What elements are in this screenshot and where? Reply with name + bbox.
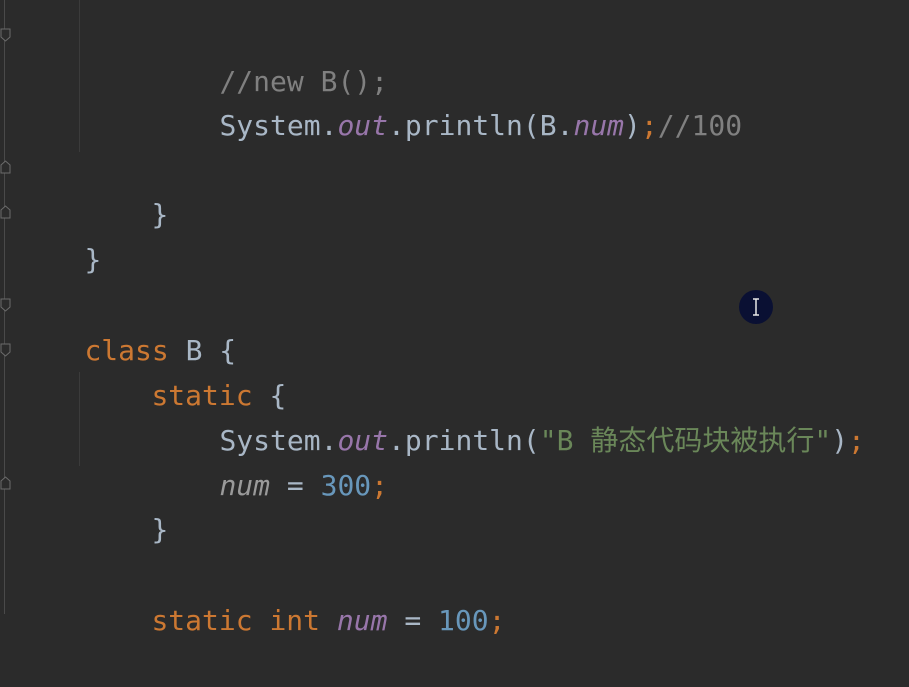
fold-end-icon[interactable] bbox=[0, 476, 11, 490]
code-line: //new B(); bbox=[152, 16, 388, 98]
method-call: .println(B. bbox=[388, 109, 574, 142]
brace: } bbox=[151, 513, 169, 546]
fold-end-icon[interactable] bbox=[0, 205, 11, 219]
semicolon: ; bbox=[640, 109, 658, 142]
code-line: class B { bbox=[17, 285, 236, 367]
paren: ) bbox=[831, 424, 849, 457]
class-ref: System bbox=[219, 109, 321, 142]
method-call: .println( bbox=[388, 424, 540, 457]
keyword: int bbox=[269, 604, 321, 637]
number-literal: 100 bbox=[438, 604, 489, 637]
code-line: num = 300; bbox=[152, 420, 388, 502]
semicolon: ; bbox=[848, 424, 865, 457]
code-line: } bbox=[84, 149, 168, 231]
comment: //100 bbox=[657, 109, 743, 142]
indent-guide bbox=[79, 0, 80, 152]
code-line: static { bbox=[84, 330, 286, 412]
code-line: } bbox=[17, 194, 101, 276]
operator: = bbox=[387, 604, 439, 637]
dot: . bbox=[320, 109, 338, 142]
fold-start-icon[interactable] bbox=[0, 298, 11, 312]
string-literal: "B 静态代码块被执行" bbox=[539, 424, 832, 457]
static-field: num bbox=[573, 109, 625, 142]
static-field: num bbox=[336, 604, 388, 637]
static-field: num bbox=[219, 469, 271, 502]
indent-guide bbox=[79, 372, 80, 466]
fold-start-icon[interactable] bbox=[0, 343, 11, 357]
operator: = bbox=[270, 469, 321, 502]
brace: } bbox=[151, 198, 169, 231]
editor-gutter bbox=[0, 0, 14, 614]
keyword: static bbox=[151, 604, 253, 637]
code-line: System.out.println(B.num);//100 bbox=[152, 60, 742, 142]
code-line: } bbox=[84, 464, 168, 546]
paren: ) bbox=[624, 109, 641, 142]
semicolon: ; bbox=[488, 604, 506, 637]
code-line: static int num = 100; bbox=[84, 555, 505, 637]
semicolon: ; bbox=[371, 469, 389, 502]
number-literal: 300 bbox=[320, 469, 372, 502]
static-field: out bbox=[337, 109, 389, 142]
fold-end-icon[interactable] bbox=[0, 28, 11, 42]
text-cursor-icon bbox=[739, 290, 773, 324]
brace: } bbox=[84, 243, 102, 276]
code-line: System.out.println("B 静态代码块被执行"); bbox=[152, 375, 864, 457]
code-editor[interactable]: //new B(); System.out.println(B.num);//1… bbox=[0, 0, 909, 637]
fold-end-icon[interactable] bbox=[0, 160, 11, 174]
